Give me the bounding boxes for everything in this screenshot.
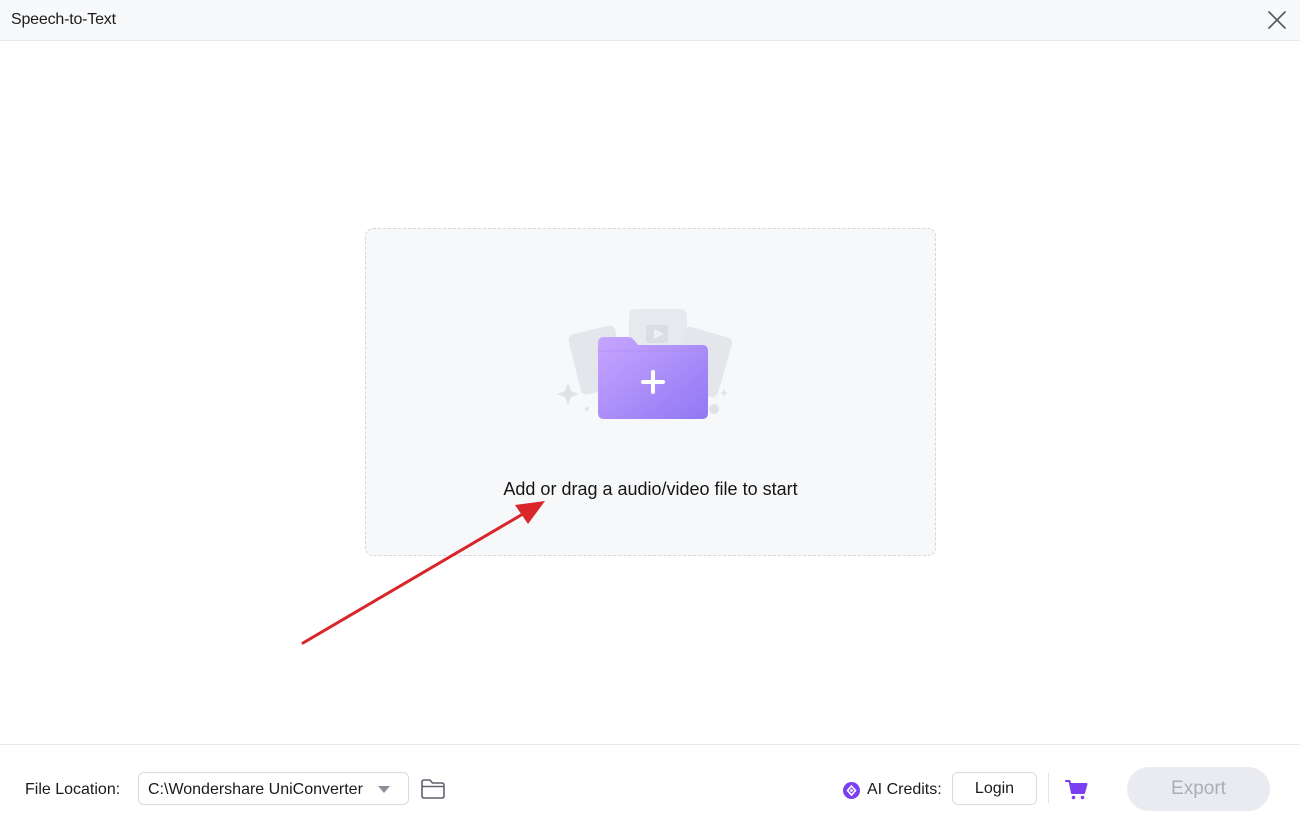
close-icon	[1268, 11, 1286, 29]
output-path-value: C:\Wondershare UniConverter	[148, 781, 363, 798]
chevron-down-icon	[378, 786, 390, 793]
speech-to-text-window: Speech-to-Text Add or drag a audio/video…	[0, 0, 1300, 833]
open-folder-button[interactable]	[420, 777, 446, 801]
footer-divider	[1048, 773, 1049, 803]
folder-plus-illustration	[557, 309, 733, 419]
output-path-dropdown[interactable]: C:\Wondershare UniConverter	[138, 772, 409, 805]
ai-credits-icon	[843, 782, 860, 799]
footer-bar: File Location: C:\Wondershare UniConvert…	[0, 744, 1300, 833]
folder-icon	[421, 779, 445, 799]
title-bar: Speech-to-Text	[0, 0, 1300, 41]
ai-credits-label: AI Credits:	[867, 781, 942, 798]
export-button[interactable]: Export	[1127, 767, 1270, 811]
window-title: Speech-to-Text	[11, 11, 116, 28]
file-drop-zone[interactable]: Add or drag a audio/video file to start	[365, 228, 936, 556]
cart-icon	[1065, 780, 1088, 800]
file-location-label: File Location:	[25, 781, 121, 798]
close-button[interactable]	[1266, 9, 1288, 31]
cart-button[interactable]	[1065, 779, 1089, 801]
dropzone-instruction: Add or drag a audio/video file to start	[503, 479, 798, 499]
login-button[interactable]: Login	[952, 772, 1037, 805]
